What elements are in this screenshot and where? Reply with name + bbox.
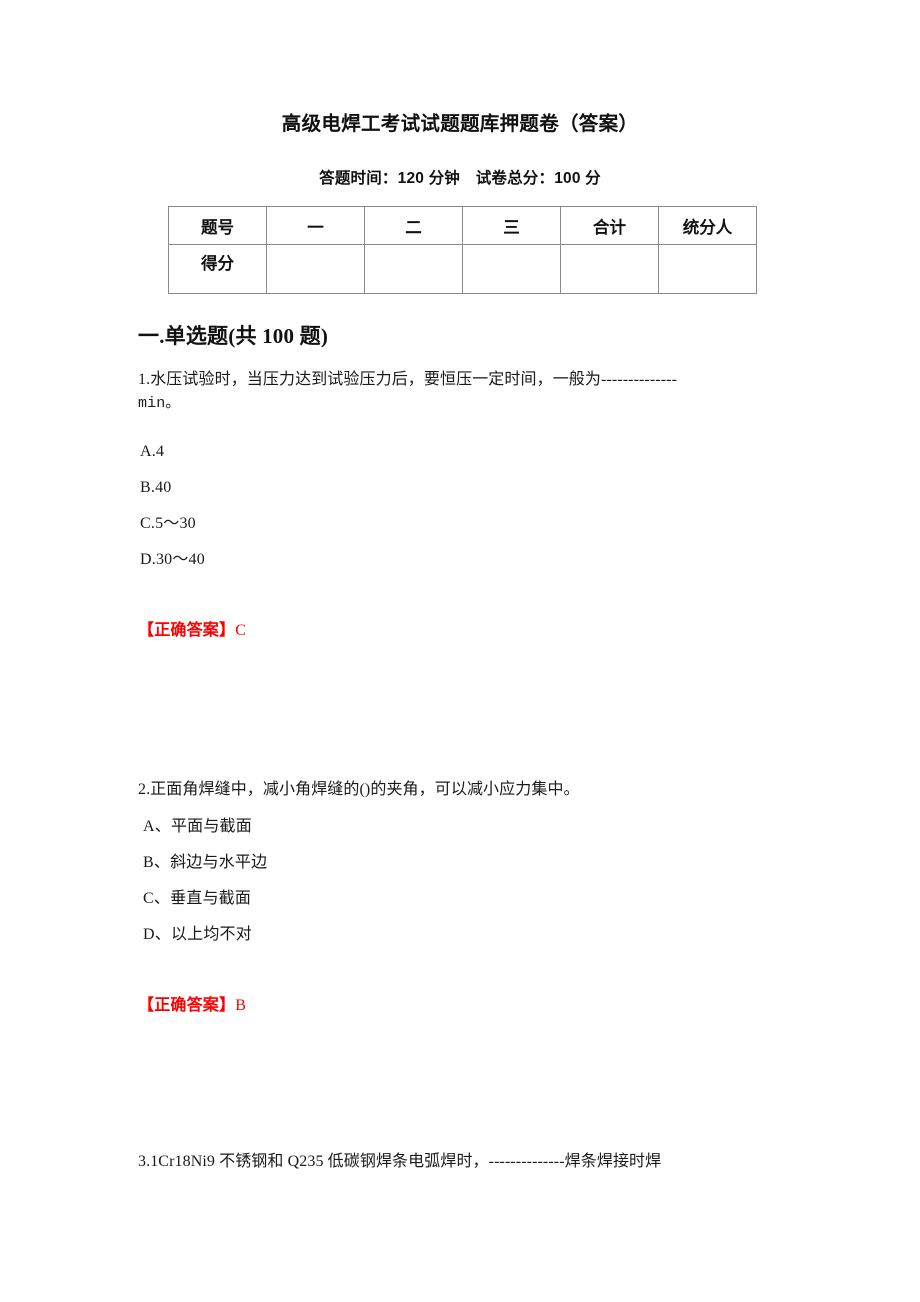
page-title: 高级电焊工考试试题题库押题卷（答案）	[281, 114, 639, 135]
question-1-stem: 1.水压试验时，当压力达到试验压力后，要恒压一定时间，一般为----------…	[138, 371, 677, 388]
table-header-cell: 合计	[560, 206, 659, 245]
table-header-cell: 二	[364, 206, 463, 245]
question-1-option-c[interactable]: C.5～30	[140, 512, 196, 536]
question-1-answer: 【正确答案】C	[138, 619, 246, 643]
question-2-answer: 【正确答案】B	[138, 994, 246, 1018]
question-2-option-a[interactable]: A、平面与截面	[143, 815, 252, 839]
question-2-stem: 2.正面角焊缝中，减小角焊缝的()的夹角，可以减小应力集中。	[138, 781, 580, 798]
question-2-option-b[interactable]: B、斜边与水平边	[143, 851, 267, 875]
table-header-cell: 统分人	[658, 206, 757, 245]
question-1-option-a[interactable]: A.4	[140, 440, 164, 464]
exam-meta-subtitle: 答题时间：120 分钟 试卷总分：100 分	[319, 170, 601, 187]
table-header-cell: 题号	[168, 206, 267, 245]
score-cell[interactable]	[364, 244, 463, 294]
document-page: 高级电焊工考试试题题库押题卷（答案） 答题时间：120 分钟 试卷总分：100 …	[0, 0, 920, 1302]
score-cell[interactable]	[462, 244, 561, 294]
answer-label: 【正确答案】	[138, 622, 236, 639]
score-cell[interactable]	[658, 244, 757, 294]
table-header-cell: 一	[266, 206, 365, 245]
score-table: 题号 一 二 三 合计 统分人 得分	[168, 206, 757, 294]
table-row: 题号 一 二 三 合计 统分人	[168, 206, 757, 245]
question-1-option-d[interactable]: D.30～40	[140, 548, 205, 572]
answer-value: B	[235, 997, 247, 1014]
score-cell[interactable]	[560, 244, 659, 294]
question-2-option-c[interactable]: C、垂直与截面	[143, 887, 251, 911]
table-row: 得分	[168, 244, 757, 294]
question-2-option-d[interactable]: D、以上均不对	[143, 923, 252, 947]
section-heading-single-choice: 一.单选题(共 100 题)	[138, 324, 329, 348]
score-cell[interactable]	[266, 244, 365, 294]
answer-label: 【正确答案】	[138, 997, 236, 1014]
question-1-stem-continued: min。	[138, 395, 181, 412]
table-header-cell: 三	[462, 206, 561, 245]
answer-value: C	[235, 622, 247, 639]
question-1-option-b[interactable]: B.40	[140, 476, 171, 500]
score-table-container: 题号 一 二 三 合计 统分人 得分	[168, 206, 757, 294]
table-row-label: 得分	[168, 244, 267, 294]
question-3-stem: 3.1Cr18Ni9 不锈钢和 Q235 低碳钢焊条电弧焊时，---------…	[138, 1153, 662, 1170]
